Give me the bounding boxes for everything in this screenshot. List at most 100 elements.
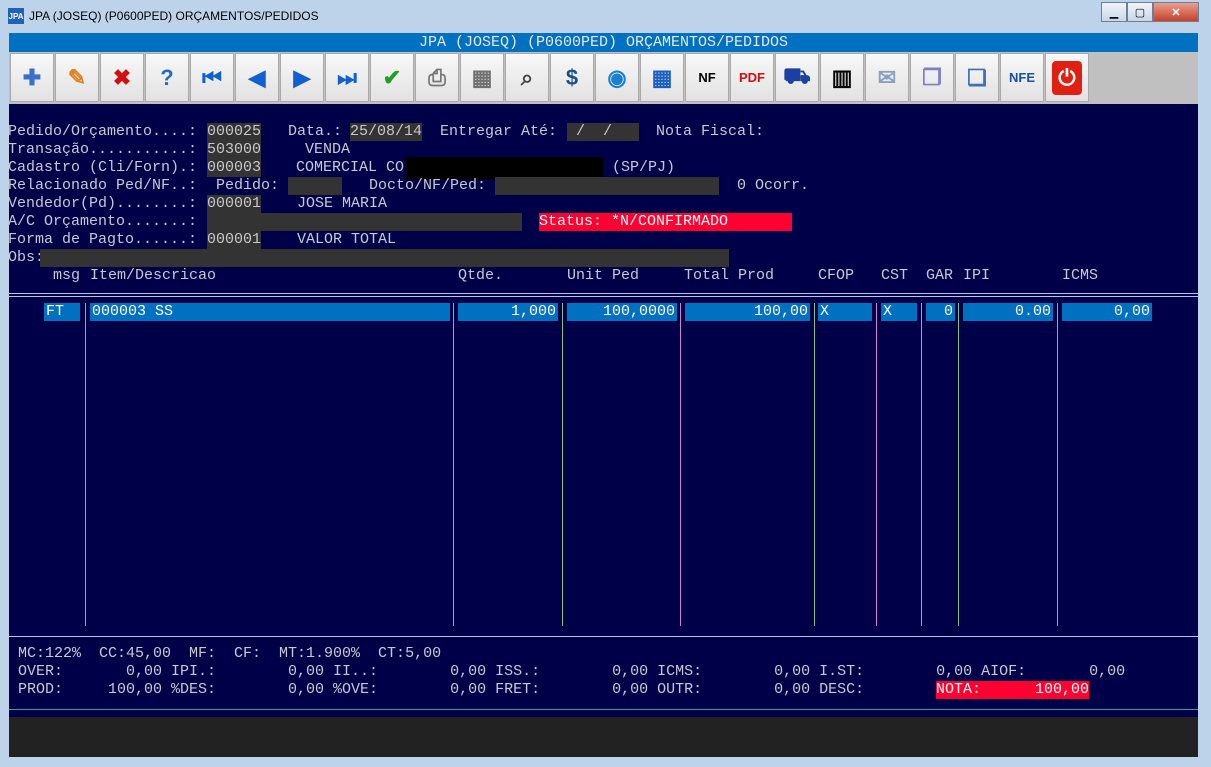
divider: [9, 709, 1198, 710]
pedido-rel-field[interactable]: [288, 177, 342, 195]
pedido-field[interactable]: 000025: [207, 123, 262, 141]
nota-fiscal-label: Nota Fiscal:: [656, 123, 765, 140]
column-separator: [958, 303, 959, 626]
first-record-icon: ⏮: [202, 64, 222, 90]
nf-button[interactable]: NF: [685, 53, 729, 102]
cell-qtde[interactable]: 1,000: [458, 303, 558, 321]
delete-button[interactable]: ✖: [100, 53, 144, 102]
cell-total[interactable]: 100,00: [685, 303, 810, 321]
cell-ipi[interactable]: 0.00: [963, 303, 1053, 321]
obs-field[interactable]: [40, 249, 729, 267]
transacao-field[interactable]: 503000: [207, 141, 262, 159]
nf-icon: NF: [698, 70, 716, 85]
data-label: Data.:: [288, 123, 343, 140]
copy-icon: ❐: [922, 64, 942, 90]
pagto-label: Forma de Pagto......:: [8, 231, 198, 248]
header-item: Item/Descricao: [90, 267, 217, 284]
cell-item[interactable]: 000003 SS: [90, 303, 450, 321]
chat-icon: ◉: [607, 64, 627, 90]
column-separator: [680, 303, 681, 626]
header-cst: CST: [881, 267, 909, 284]
new-icon: ✚: [22, 64, 42, 90]
header-gar: GAR: [926, 267, 954, 284]
vendedor-label: Vendedor(Pd)........:: [8, 195, 198, 212]
order-form: Pedido/Orçamento....: 000025 Data.: 25/0…: [8, 104, 1198, 757]
mail-icon: ✉: [877, 64, 897, 90]
cell-cst[interactable]: X: [881, 303, 917, 321]
cell-unit[interactable]: 100,0000: [567, 303, 677, 321]
vendedor-field[interactable]: 000001: [207, 195, 262, 213]
cell-gar[interactable]: 0: [926, 303, 955, 321]
pedido-label: Pedido/Orçamento....:: [8, 123, 198, 140]
toolbar: ✚ ✎ ✖? ⏮ ◀ ▶ ⏭ ✔ ⎙ ▦ ⌕ $ ◉ ▦ NF PDF ⛟ ▥ ✉ ❐ ❏ NFE ⏻: [9, 52, 1198, 104]
calculator-button[interactable]: ▦: [460, 53, 504, 102]
cadastro-uf: (SP/PJ): [612, 159, 676, 176]
first-record-button[interactable]: ⏮: [190, 53, 234, 102]
docto-field[interactable]: [495, 177, 719, 195]
maximize-button[interactable]: ▢: [1127, 2, 1153, 22]
header-total: Total Prod: [684, 267, 775, 284]
cell-cfop[interactable]: X: [818, 303, 872, 321]
divider: [9, 296, 1198, 297]
dollar-button[interactable]: $: [550, 53, 594, 102]
status-bar: [9, 717, 1198, 757]
column-separator: [85, 303, 86, 626]
confirm-check-button[interactable]: ✔: [370, 53, 414, 102]
data-field[interactable]: 25/08/14: [350, 123, 423, 141]
barcode-button[interactable]: ▥: [820, 53, 864, 102]
transacao-label: Transação...........:: [8, 141, 198, 158]
column-separator: [562, 303, 563, 626]
calculator-icon: ▦: [471, 64, 493, 90]
truck-button[interactable]: ⛟: [775, 53, 819, 102]
close-button[interactable]: ✕: [1153, 2, 1199, 22]
last-record-button[interactable]: ⏭: [325, 53, 369, 102]
minimize-button[interactable]: ▁: [1101, 2, 1127, 22]
next-record-icon: ▶: [293, 64, 311, 90]
transacao-desc: VENDA: [305, 141, 351, 158]
header-ipi: IPI: [963, 267, 991, 284]
new-button[interactable]: ✚: [10, 53, 54, 102]
docto-label: Docto/NF/Ped:: [369, 177, 487, 194]
calendar-grid-button[interactable]: ▦: [640, 53, 684, 102]
print-icon: ⎙: [428, 64, 446, 90]
header-icms: ICMS: [1062, 267, 1099, 284]
dollar-icon: $: [565, 64, 579, 90]
cadastro-label: Cadastro (Cli/Forn).:: [8, 159, 198, 176]
pagto-field[interactable]: 000001: [207, 231, 262, 249]
search-button[interactable]: ⌕: [505, 53, 549, 102]
copy-button[interactable]: ❐: [910, 53, 954, 102]
next-record-button[interactable]: ▶: [280, 53, 324, 102]
cadastro-field[interactable]: 000003: [207, 159, 262, 177]
cell-icms[interactable]: 0,00: [1062, 303, 1152, 321]
edit-icon: ✎: [67, 64, 87, 90]
window-title: JPA (JOSEQ) (P0600PED) ORÇAMENTOS/PEDIDO…: [29, 9, 319, 23]
column-separator: [814, 303, 815, 626]
open-folder-button[interactable]: ?: [145, 53, 189, 102]
print-button[interactable]: ⎙: [415, 53, 459, 102]
mail-button[interactable]: ✉: [865, 53, 909, 102]
windows-button[interactable]: ❏: [955, 53, 999, 102]
previous-record-button[interactable]: ◀: [235, 53, 279, 102]
summary-line-3: PROD: 100,00 %DES: 0,00 %OVE: 0,00 FRET:…: [18, 681, 982, 698]
ac-orcamento-field[interactable]: [207, 213, 522, 231]
ac-orcamento-label: A/C Orçamento.......:: [8, 213, 198, 230]
edit-button[interactable]: ✎: [55, 53, 99, 102]
search-icon: ⌕: [520, 64, 534, 90]
chat-button[interactable]: ◉: [595, 53, 639, 102]
truck-icon: ⛟: [783, 63, 811, 88]
pdf-button[interactable]: PDF: [730, 53, 774, 102]
window-controls: ▁ ▢ ✕: [1101, 2, 1199, 22]
ocorrencias: 0 Ocorr.: [737, 177, 810, 194]
header-msg: msg: [53, 267, 81, 284]
pdf-icon: PDF: [739, 70, 765, 85]
nota-total: NOTA: 100,00: [936, 681, 1090, 699]
entregar-field[interactable]: / /: [567, 123, 639, 141]
vendedor-desc: JOSE MARIA: [297, 195, 388, 212]
column-separator: [1057, 303, 1058, 626]
screen-title: JPA (JOSEQ) (P0600PED) ORÇAMENTOS/PEDIDO…: [9, 33, 1198, 52]
summary-line-1: MC:122% CC:45,00 MF: CF: MT:1.900% CT:5,…: [18, 645, 442, 662]
cell-msg[interactable]: FT: [44, 303, 80, 321]
power-exit-button[interactable]: ⏻: [1045, 53, 1089, 102]
nfe-sefaz-icon: NFE: [1009, 70, 1035, 85]
nfe-sefaz-button[interactable]: NFE: [1000, 53, 1044, 102]
